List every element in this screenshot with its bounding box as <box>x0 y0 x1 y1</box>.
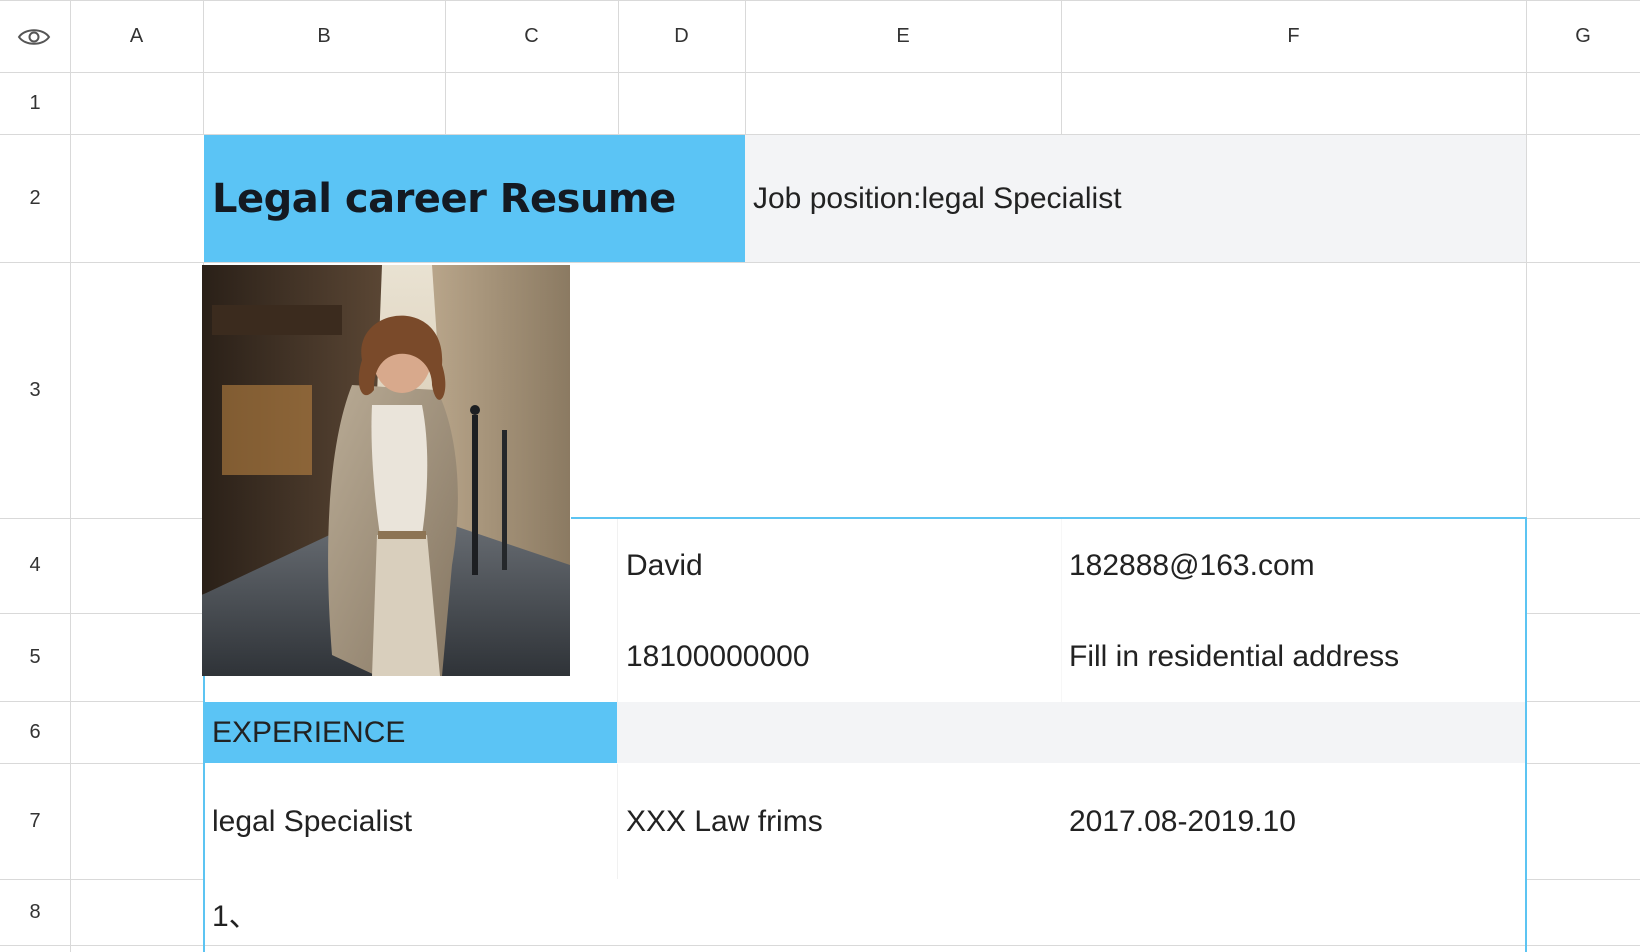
name-cell[interactable]: David <box>626 519 703 613</box>
email-cell[interactable]: 182888@163.com <box>1069 519 1315 613</box>
experience-role-cell[interactable]: legal Specialist <box>212 764 412 879</box>
column-header-a[interactable]: A <box>70 0 203 72</box>
row-header-1[interactable]: 1 <box>0 72 70 134</box>
column-header-g[interactable]: G <box>1526 0 1640 72</box>
selection-right-border <box>1525 517 1527 952</box>
resume-title[interactable]: Legal career Resume <box>212 135 676 262</box>
row-header-2[interactable]: 2 <box>0 134 70 262</box>
row-header-4[interactable]: 4 <box>0 518 70 613</box>
item-number-cell[interactable]: 1、 <box>212 880 259 946</box>
row-header-5[interactable]: 5 <box>0 613 70 701</box>
row-header-7[interactable]: 7 <box>0 763 70 879</box>
column-header-b[interactable]: B <box>203 0 445 72</box>
portrait-photo[interactable] <box>202 265 570 676</box>
row-header-8[interactable]: 8 <box>0 879 70 945</box>
row-header-3[interactable]: 3 <box>0 262 70 518</box>
column-header-e[interactable]: E <box>745 0 1061 72</box>
row-header-6[interactable]: 6 <box>0 701 70 763</box>
column-header-f[interactable]: F <box>1061 0 1526 72</box>
experience-company-cell[interactable]: XXX Law frims <box>626 764 823 879</box>
column-header-c[interactable]: C <box>445 0 618 72</box>
phone-cell[interactable]: 18100000000 <box>626 613 810 701</box>
job-position-cell[interactable]: Job position:legal Specialist <box>753 135 1122 262</box>
experience-heading[interactable]: EXPERIENCE <box>212 702 405 763</box>
selection-top-border <box>571 517 1527 519</box>
experience-dates-cell[interactable]: 2017.08-2019.10 <box>1069 764 1296 879</box>
address-cell[interactable]: Fill in residential address <box>1069 613 1399 701</box>
column-header-d[interactable]: D <box>618 0 745 72</box>
selection-left-border <box>203 676 205 952</box>
item-row-area <box>204 880 1526 952</box>
eye-icon[interactable] <box>16 22 52 52</box>
experience-bar-fill <box>617 702 1526 763</box>
